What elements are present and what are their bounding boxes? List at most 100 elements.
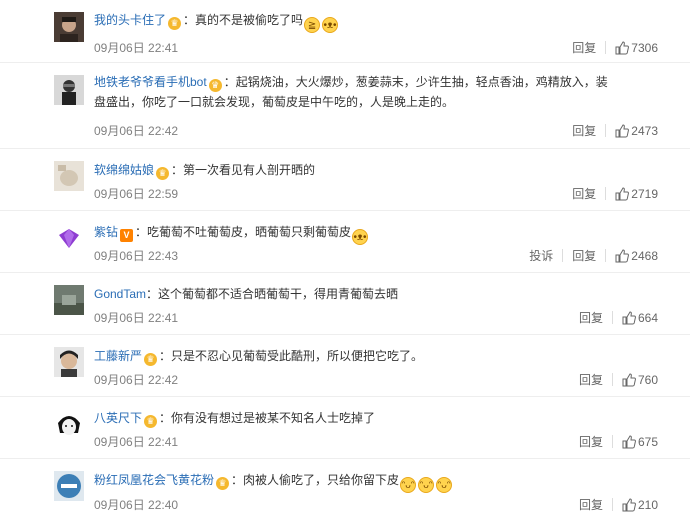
comment-time: 09月06日 22:40 [94,498,179,512]
comment-item: 紫钻 V ：吃葡萄不吐葡萄皮，晒葡萄只剩葡萄皮 •ᴥ• 09月06日 22:43 投诉… [0,210,690,273]
avatar[interactable] [54,409,84,439]
like-count: 210 [637,497,658,512]
comment-text: ：这个葡萄都不适合晒葡萄干，得用青葡萄去晒 [146,287,399,301]
comment-item: 粉红凤凰花会飞黄花粉 ♛ ：肉被人偷吃了，只给你留下皮 ᵔᴗᵔ ᵔᴗᵔ ᵔᴗᵔ 09月06… [0,458,690,522]
divider [611,311,613,324]
comment-actions: 回复 664 [579,309,658,326]
like-button[interactable]: 2719 [615,187,658,201]
comment-actions: 回复 7306 [572,39,658,56]
member-badge-icon: ♛ [208,79,222,92]
avatar[interactable] [54,347,84,377]
comment-actions: 回复 675 [579,433,658,450]
reply-button[interactable]: 回复 [572,122,596,139]
comment-text: ：只是不忍心见葡萄受此酷刑，所以便把它吃了。 [159,349,424,363]
reply-button[interactable]: 回复 [579,433,603,450]
reply-button[interactable]: 回复 [572,247,596,264]
thumbs-up-icon [622,434,636,448]
doge-emoji-icon: •ᴥ• [322,17,339,33]
divider [611,435,613,448]
comment-list: 我的头卡住了 ♛ ：真的不是被偷吃了吗 ≧ •ᴥ• 09月06日 22:41 回复 73… [0,0,690,521]
divider [605,41,607,54]
comment-text: ：肉被人偷吃了，只给你留下皮 [231,473,400,487]
thumbs-up-icon [615,248,630,262]
username-link[interactable]: 粉红凤凰花会飞黄花粉 [94,473,214,487]
reply-button[interactable]: 回复 [579,371,603,388]
comment-time: 09月06日 22:42 [94,124,179,138]
reply-button[interactable]: 回复 [579,309,603,326]
like-button[interactable]: 664 [622,311,658,325]
member-badge-icon: ♛ [168,17,182,30]
divider [605,124,607,137]
thumbs-up-icon [615,123,630,137]
username-link[interactable]: 软绵绵姑娘 [94,163,154,177]
comment-content: 我的头卡住了 ♛ ：真的不是被偷吃了吗 ≧ •ᴥ• [94,12,650,33]
member-badge-icon: ♛ [144,353,158,366]
thumbs-up-icon [615,40,630,54]
like-count: 2468 [631,248,658,263]
like-count: 664 [637,310,658,325]
reply-button[interactable]: 回复 [572,185,596,202]
username-link[interactable]: GondTam [94,287,146,301]
divider [611,373,613,386]
thumbs-up-icon [622,310,636,324]
comment-actions: 投诉 回复 2468 [529,247,658,264]
like-count: 2719 [631,186,658,201]
like-button[interactable]: 760 [622,373,658,387]
thumbs-up-icon [622,497,636,511]
avatar[interactable] [54,75,84,105]
member-badge-icon: ♛ [216,477,230,490]
comment-content: 软绵绵姑娘 ♛ ：第一次看见有人剖开晒的 [94,162,650,180]
like-button[interactable]: 2473 [615,124,658,138]
divider [605,187,607,200]
comment-text: ：真的不是被偷吃了吗 [183,13,304,27]
like-button[interactable]: 7306 [615,41,658,55]
reply-button[interactable]: 回复 [579,496,603,513]
member-badge-icon: ♛ [156,167,170,180]
laugh-cry-emoji-icon: ≧ [304,17,321,33]
divider [611,498,613,511]
avatar[interactable] [54,471,84,501]
divider [562,249,564,262]
laugh-emoji-icon: ᵔᴗᵔ [436,477,453,493]
comment-actions: 回复 210 [579,496,658,513]
comment-time: 09月06日 22:41 [94,41,179,55]
avatar[interactable] [54,12,84,42]
comment-text: ：你有没有想过是被某不知名人士吃掉了 [159,411,376,425]
username-link[interactable]: 工藤新严 [94,349,142,363]
comment-item: GondTam：这个葡萄都不适合晒葡萄干，得用青葡萄去晒 09月06日 22:4… [0,272,690,335]
like-button[interactable]: 675 [622,435,658,449]
avatar[interactable] [54,285,84,315]
comment-time: 09月06日 22:43 [94,249,179,263]
comment-content: 紫钻 V ：吃葡萄不吐葡萄皮，晒葡萄只剩葡萄皮 •ᴥ• [94,224,650,245]
comment-actions: 回复 2473 [572,122,658,139]
comment-item: 工藤新严 ♛ ：只是不忍心见葡萄受此酷刑，所以便把它吃了。 09月06日 22:42… [0,334,690,397]
username-link[interactable]: 紫钻 [94,225,118,239]
like-button[interactable]: 210 [622,498,658,512]
laugh-emoji-icon: ᵔᴗᵔ [400,477,417,493]
verified-v-icon: V [120,229,134,242]
username-link[interactable]: 八英尺下 [94,411,142,425]
comment-actions: 回复 2719 [572,185,658,202]
username-link[interactable]: 我的头卡住了 [94,13,166,27]
doge-emoji-icon: •ᴥ• [352,229,369,245]
comment-time: 09月06日 22:59 [94,187,179,201]
comment-actions: 回复 760 [579,371,658,388]
comment-content: 粉红凤凰花会飞黄花粉 ♛ ：肉被人偷吃了，只给你留下皮 ᵔᴗᵔ ᵔᴗᵔ ᵔᴗᵔ [94,472,650,493]
comment-content: GondTam：这个葡萄都不适合晒葡萄干，得用青葡萄去晒 [94,286,650,303]
username-link[interactable]: 地铁老爷爷看手机bot [94,75,207,89]
avatar[interactable] [54,161,84,191]
avatar[interactable] [54,223,84,253]
like-button[interactable]: 2468 [615,249,658,263]
comment-content: 工藤新严 ♛ ：只是不忍心见葡萄受此酷刑，所以便把它吃了。 [94,348,650,366]
comment-item: 八英尺下 ♛ ：你有没有想过是被某不知名人士吃掉了 09月06日 22:41 回复 … [0,396,690,459]
like-count: 7306 [631,40,658,55]
laugh-emoji-icon: ᵔᴗᵔ [418,477,435,493]
reply-button[interactable]: 回复 [572,39,596,56]
thumbs-up-icon [615,186,630,200]
comment-item: 我的头卡住了 ♛ ：真的不是被偷吃了吗 ≧ •ᴥ• 09月06日 22:41 回复 73… [0,0,690,62]
comment-time: 09月06日 22:42 [94,373,179,387]
thumbs-up-icon [622,372,636,386]
divider [605,249,607,262]
report-button[interactable]: 投诉 [529,247,553,264]
comment-content: 地铁老爷爷看手机bot ♛ ：起锅烧油，大火爆炒，葱姜蒜末，少许生抽，轻点香油，鸡精… [94,72,618,112]
